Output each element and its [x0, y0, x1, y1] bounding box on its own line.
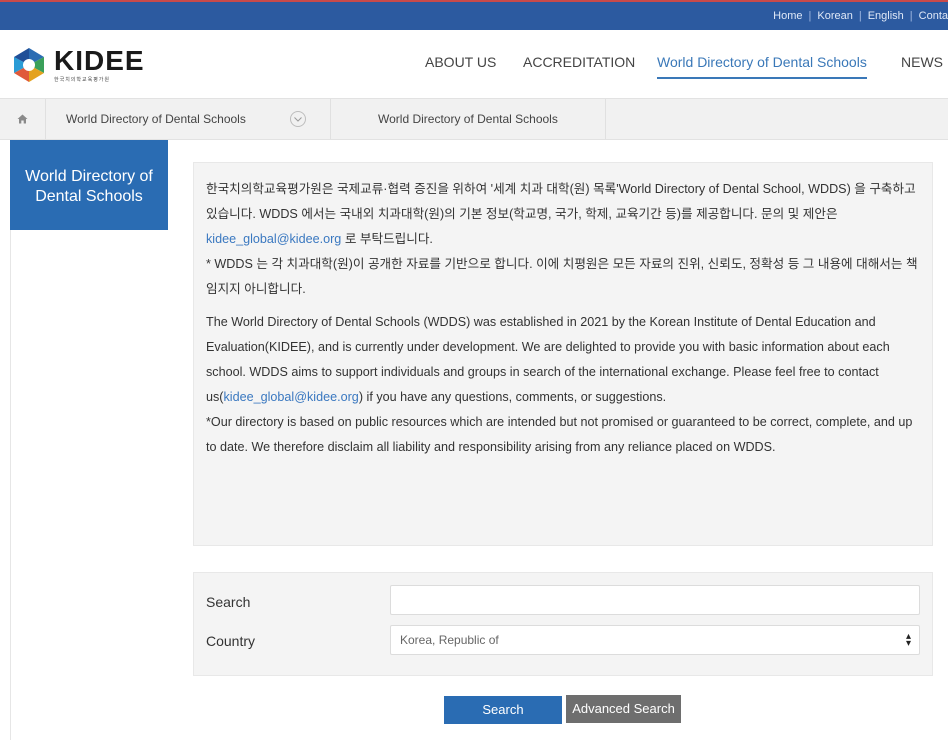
advanced-search-button[interactable]: Advanced Search	[566, 695, 681, 723]
top-link-home[interactable]: Home	[773, 10, 802, 22]
top-link-separator: |	[808, 10, 812, 22]
top-link-separator: |	[909, 10, 913, 22]
intro-english-disclaimer: *Our directory is based on public resour…	[206, 415, 913, 454]
intro-korean-text-end: 로 부탁드립니다.	[341, 232, 433, 246]
nav-about-us[interactable]: ABOUT US	[425, 54, 496, 70]
top-link-contact[interactable]: Conta	[919, 10, 948, 22]
top-bar: Home | Korean | English | Conta	[0, 0, 948, 30]
logo-name: KIDEE	[54, 44, 145, 76]
intro-english: The World Directory of Dental Schools (W…	[206, 310, 918, 410]
top-link-separator: |	[858, 10, 862, 22]
intro-korean-disclaimer: * WDDS 는 각 치과대학(원)이 공개한 자료를 기반으로 합니다. 이에…	[206, 257, 918, 296]
top-link-korean[interactable]: Korean	[817, 10, 852, 22]
nav-news[interactable]: NEWS	[901, 54, 943, 70]
breadcrumb-level1-label: World Directory of Dental Schools	[66, 112, 246, 126]
section-title-panel: World Directory of Dental Schools	[10, 140, 168, 230]
search-input[interactable]	[390, 585, 920, 615]
section-title-line1: World Directory of	[25, 168, 153, 185]
breadcrumb: World Directory of Dental Schools World …	[0, 98, 948, 140]
nav-world-directory[interactable]: World Directory of Dental Schools	[657, 54, 867, 79]
kidee-logo-icon	[10, 46, 48, 84]
intro-english-text-end: ) if you have any questions, comments, o…	[358, 390, 667, 404]
breadcrumb-level1[interactable]: World Directory of Dental Schools	[46, 99, 331, 139]
breadcrumb-level2[interactable]: World Directory of Dental Schools	[331, 99, 606, 139]
select-arrows-icon: ▴ ▾	[905, 631, 911, 649]
intro-english-email-link[interactable]: kidee_global@kidee.org	[224, 390, 359, 404]
country-select-value: Korea, Republic of	[400, 633, 499, 647]
logo-subtitle: 한국치의학교육평가원	[54, 76, 111, 83]
intro-box: 한국치의학교육평가원은 국제교류·협력 증진을 위하여 '세계 치과 대학(원)…	[193, 162, 933, 546]
kidee-logo[interactable]: KIDEE 한국치의학교육평가원	[10, 46, 145, 84]
breadcrumb-level2-label: World Directory of Dental Schools	[378, 112, 558, 126]
search-button[interactable]: Search	[444, 696, 562, 724]
section-title-line2: Dental Schools	[35, 188, 143, 205]
breadcrumb-home[interactable]	[0, 99, 46, 139]
intro-korean-text: 한국치의학교육평가원은 국제교류·협력 증진을 위하여 '세계 치과 대학(원)…	[206, 182, 916, 221]
search-form: Search Country Korea, Republic of ▴ ▾	[193, 572, 933, 676]
chevron-down-icon[interactable]	[290, 111, 306, 127]
sidebar-divider	[10, 230, 11, 740]
country-label: Country	[206, 633, 256, 649]
intro-korean: 한국치의학교육평가원은 국제교류·협력 증진을 위하여 '세계 치과 대학(원)…	[206, 177, 918, 252]
header: KIDEE 한국치의학교육평가원 ABOUT US ACCREDITATION …	[0, 30, 948, 98]
top-link-english[interactable]: English	[868, 10, 904, 22]
search-label: Search	[206, 594, 251, 610]
home-icon	[17, 114, 28, 124]
intro-korean-email-link[interactable]: kidee_global@kidee.org	[206, 232, 341, 246]
top-links: Home | Korean | English | Conta	[773, 10, 948, 22]
nav-accreditation[interactable]: ACCREDITATION	[523, 54, 635, 70]
country-select[interactable]: Korea, Republic of ▴ ▾	[390, 625, 920, 655]
